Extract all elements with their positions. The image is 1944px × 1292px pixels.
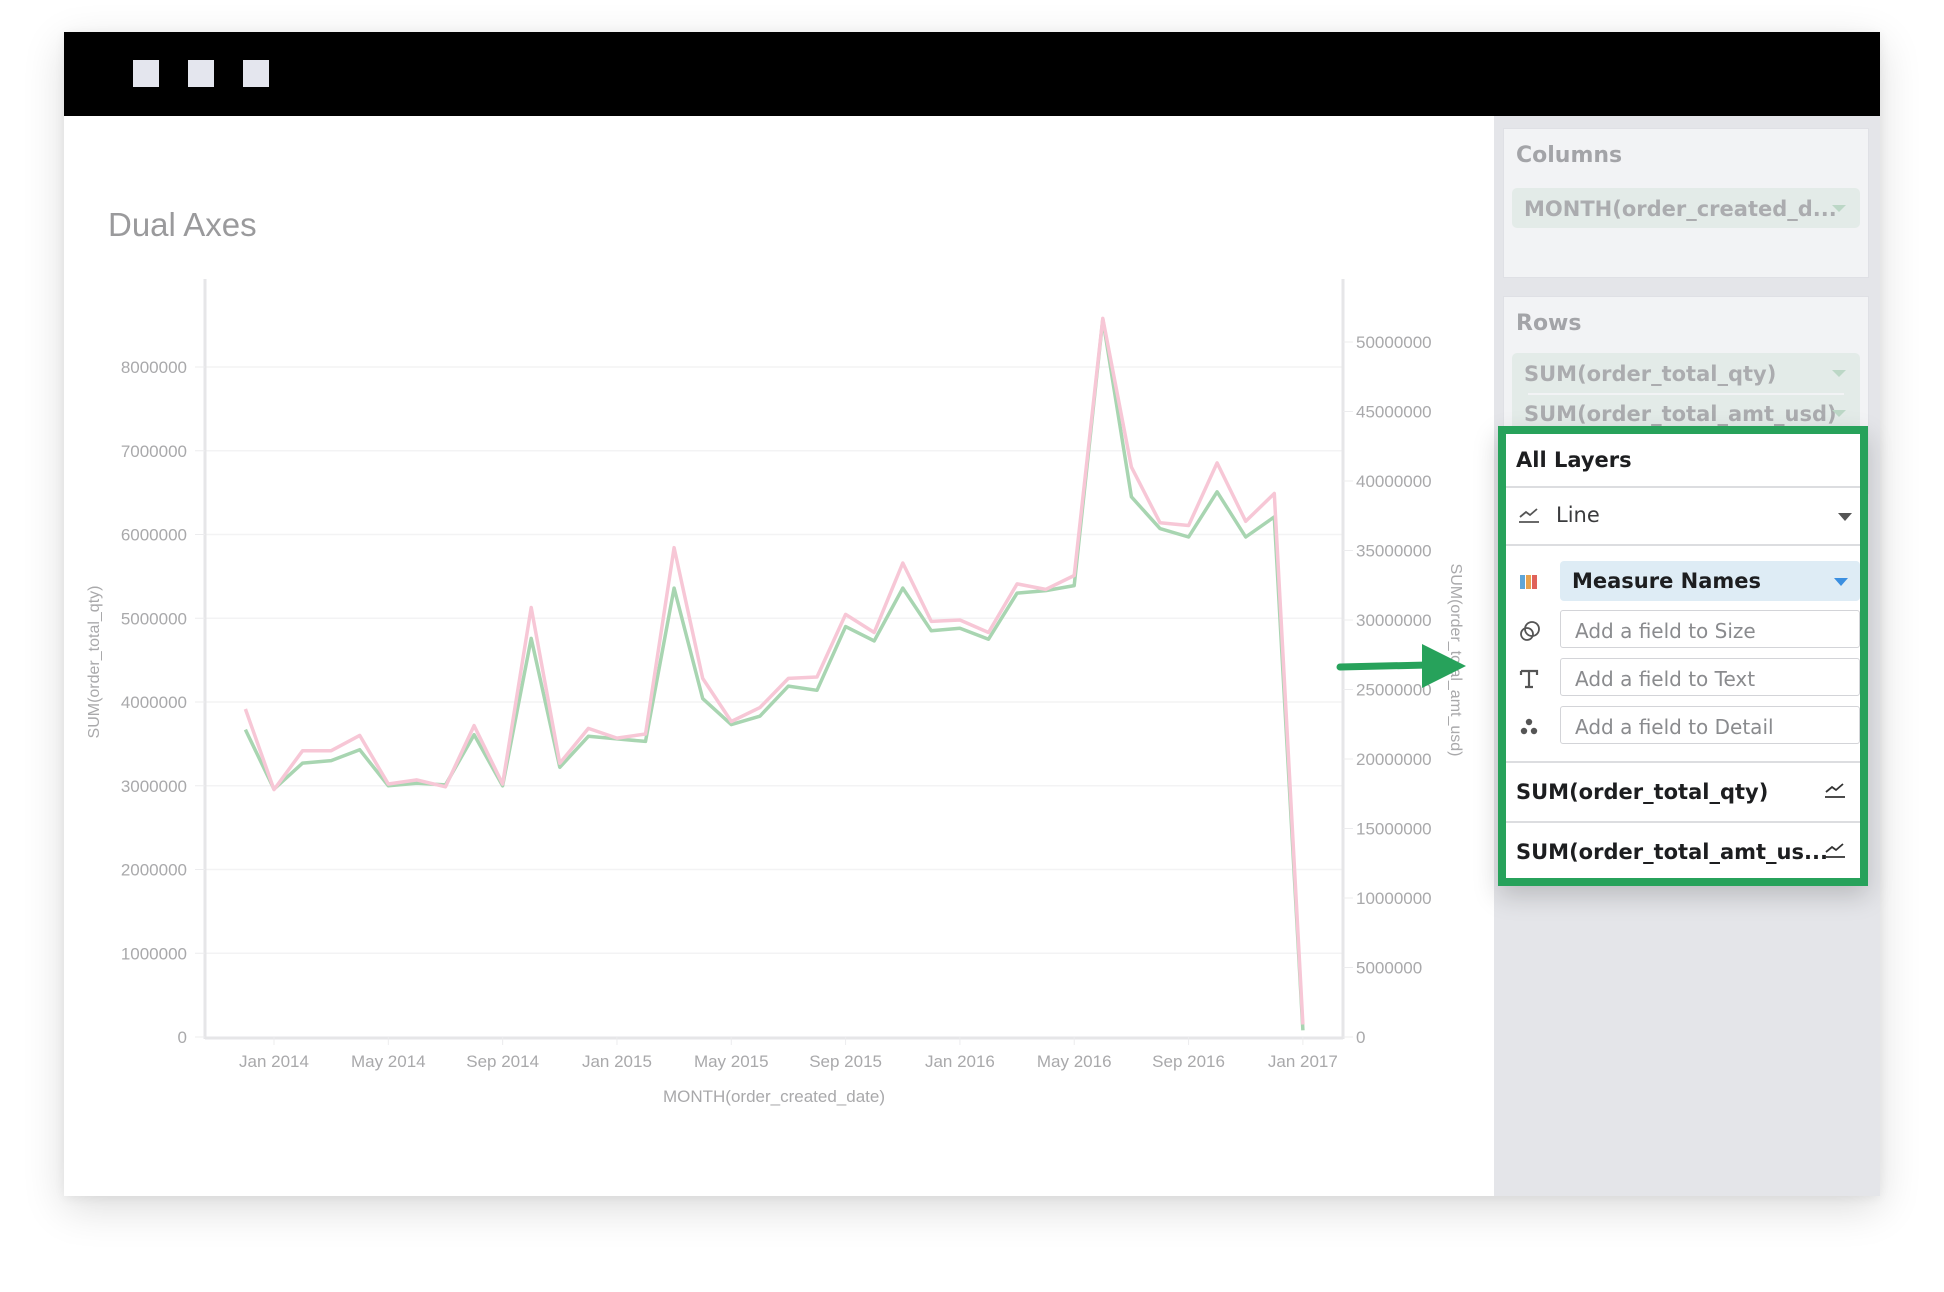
detail-icon [1518,716,1542,738]
caret-down-icon[interactable] [1832,205,1846,212]
layer-item-amt[interactable]: SUM(order_total_amt_us... [1506,821,1860,881]
caret-down-icon[interactable] [1834,578,1848,586]
caret-down-icon[interactable] [1838,513,1852,521]
mark-type-select[interactable]: Line [1506,488,1860,546]
columns-shelf: Columns MONTH(order_created_d... [1503,128,1869,278]
layer-item-label: SUM(order_total_qty) [1516,780,1769,804]
text-field-input[interactable]: Add a field to Text [1560,658,1860,696]
color-field-pill[interactable]: Measure Names [1560,561,1860,601]
detail-field-input[interactable]: Add a field to Detail [1560,706,1860,744]
mark-type-label: Line [1556,503,1600,527]
layer-item-label: SUM(order_total_amt_us... [1516,840,1828,864]
detail-encoding: Add a field to Detail [1506,706,1860,746]
text-icon [1518,668,1542,690]
rows-pill-label: SUM(order_total_qty) [1524,362,1777,386]
rows-pill-label: SUM(order_total_amt_usd) [1524,402,1837,426]
size-field-input[interactable]: Add a field to Size [1560,610,1860,648]
rows-pill-qty[interactable]: SUM(order_total_qty) [1512,353,1860,395]
layers-title: All Layers [1516,448,1632,472]
color-field-label: Measure Names [1572,569,1762,593]
text-field-placeholder: Add a field to Text [1575,667,1756,691]
line-chart-icon[interactable] [1824,781,1848,804]
layer-item-qty[interactable]: SUM(order_total_qty) [1506,761,1860,821]
columns-shelf-title: Columns [1516,143,1623,168]
detail-field-placeholder: Add a field to Detail [1575,715,1774,739]
rows-pills: SUM(order_total_qty) SUM(order_total_amt… [1512,353,1860,433]
color-palette-icon [1518,571,1542,593]
chart-title: Dual Axes [108,206,257,243]
window-button-1[interactable] [133,60,159,87]
window-button-2[interactable] [188,60,214,87]
caret-down-icon[interactable] [1832,410,1846,417]
line-chart-icon [1518,506,1542,529]
rows-shelf-title: Rows [1516,311,1582,336]
app-window: Dual Axes Columns MONTH(order_created_d.… [64,32,1880,1196]
layers-header: All Layers [1506,434,1860,488]
chart-canvas: Dual Axes [64,116,1494,1196]
size-icon [1518,620,1542,642]
layers-panel: All Layers Line Measure Names Add a fiel… [1498,426,1868,886]
window-button-3[interactable] [243,60,269,87]
size-field-placeholder: Add a field to Size [1575,619,1756,643]
line-chart-icon[interactable] [1824,841,1848,864]
columns-pill-label: MONTH(order_created_d... [1524,197,1837,221]
title-bar [64,32,1880,116]
caret-down-icon[interactable] [1832,370,1846,377]
color-encoding: Measure Names [1506,561,1860,601]
size-encoding: Add a field to Size [1506,610,1860,650]
columns-pill[interactable]: MONTH(order_created_d... [1512,188,1860,228]
text-encoding: Add a field to Text [1506,658,1860,698]
